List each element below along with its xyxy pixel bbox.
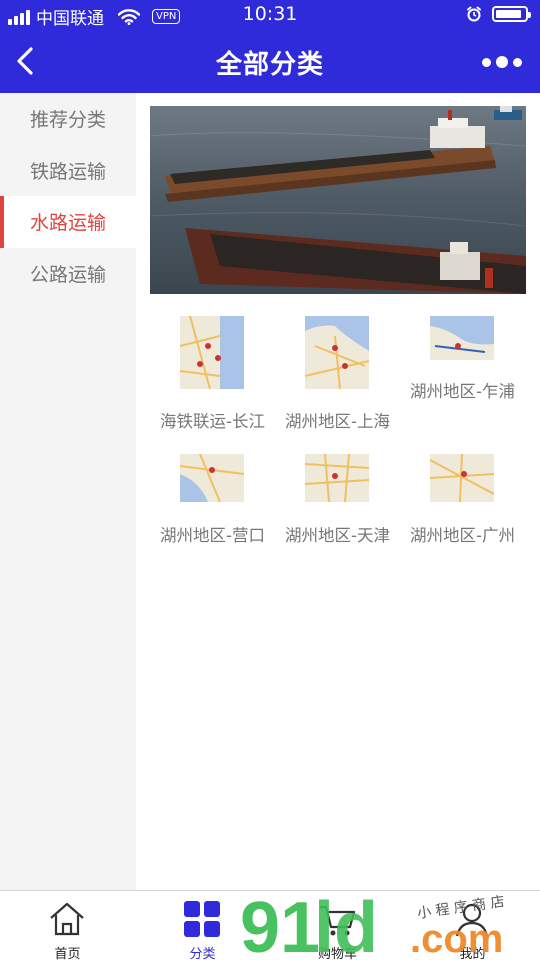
- subcategory-label: 湖州地区-乍浦: [410, 382, 515, 401]
- tab-label: 我的: [459, 947, 486, 960]
- subcategory-item[interactable]: 海铁联运-长江: [150, 316, 275, 436]
- map-thumbnail: [430, 454, 494, 502]
- tab-cart[interactable]: 购物车: [270, 891, 405, 960]
- tab-mine[interactable]: 我的: [405, 891, 540, 960]
- battery-level: [496, 10, 522, 18]
- banner-image[interactable]: [150, 106, 526, 294]
- status-bar: 中国联通 VPN 10:31: [0, 0, 540, 30]
- subcategory-label: 湖州地区-广州: [410, 526, 515, 545]
- sidebar-item-road[interactable]: 公路运输: [0, 248, 136, 300]
- subcategory-label: 湖州地区-营口: [160, 526, 265, 545]
- home-icon: [50, 902, 84, 936]
- subcategory-item[interactable]: 湖州地区-营口: [150, 454, 275, 554]
- alarm-icon: [467, 6, 481, 22]
- tab-bar: 首页 分类 购物车 我的: [0, 890, 540, 960]
- cart-icon: [320, 905, 356, 936]
- battery-icon: [492, 6, 531, 22]
- subcategory-item[interactable]: 湖州地区-天津: [275, 454, 400, 554]
- subcategory-item[interactable]: 湖州地区-广州: [400, 454, 525, 554]
- status-right: [466, 6, 531, 22]
- more-dots-icon[interactable]: [482, 56, 522, 68]
- user-icon: [455, 903, 489, 937]
- sidebar-item-recommended[interactable]: 推荐分类: [0, 93, 136, 145]
- subcategory-item[interactable]: 湖州地区-上海: [275, 316, 400, 436]
- map-thumbnail: [180, 454, 244, 502]
- map-thumbnail: [305, 454, 369, 502]
- header: 中国联通 VPN 10:31 全部分类: [0, 0, 540, 93]
- map-thumbnail: [430, 316, 494, 360]
- sidebar-item-waterway[interactable]: 水路运输: [0, 196, 136, 248]
- sidebar-item-label: 铁路运输: [29, 160, 106, 183]
- subcategory-label: 海铁联运-长江: [160, 412, 265, 431]
- grid-icon: [184, 901, 220, 937]
- subcategory-label: 湖州地区-上海: [285, 412, 390, 431]
- sidebar-item-label: 水路运输: [29, 212, 106, 235]
- status-time: 10:31: [242, 3, 298, 25]
- sidebar-item-label: 公路运输: [29, 263, 106, 286]
- sidebar-item-rail[interactable]: 铁路运输: [0, 145, 136, 197]
- sidebar-item-label: 推荐分类: [29, 109, 106, 132]
- subcategory-item[interactable]: 湖州地区-乍浦: [400, 316, 525, 436]
- page-title: 全部分类: [215, 50, 324, 80]
- tab-home[interactable]: 首页: [0, 891, 135, 960]
- tab-label: 分类: [189, 947, 216, 960]
- category-content: 海铁联运-长江 湖州地区-上海 湖州地区-乍浦 湖州地区-营口 湖州地区-天津: [136, 93, 540, 890]
- subcategory-label: 湖州地区-天津: [285, 526, 390, 545]
- map-thumbnail: [305, 316, 369, 389]
- tab-label: 首页: [54, 947, 81, 960]
- map-thumbnail: [180, 316, 244, 389]
- navbar: 全部分类: [0, 30, 540, 93]
- category-sidebar: 推荐分类 铁路运输 水路运输 公路运输: [0, 93, 136, 890]
- tab-label: 购物车: [317, 947, 357, 960]
- tab-category[interactable]: 分类: [135, 891, 270, 960]
